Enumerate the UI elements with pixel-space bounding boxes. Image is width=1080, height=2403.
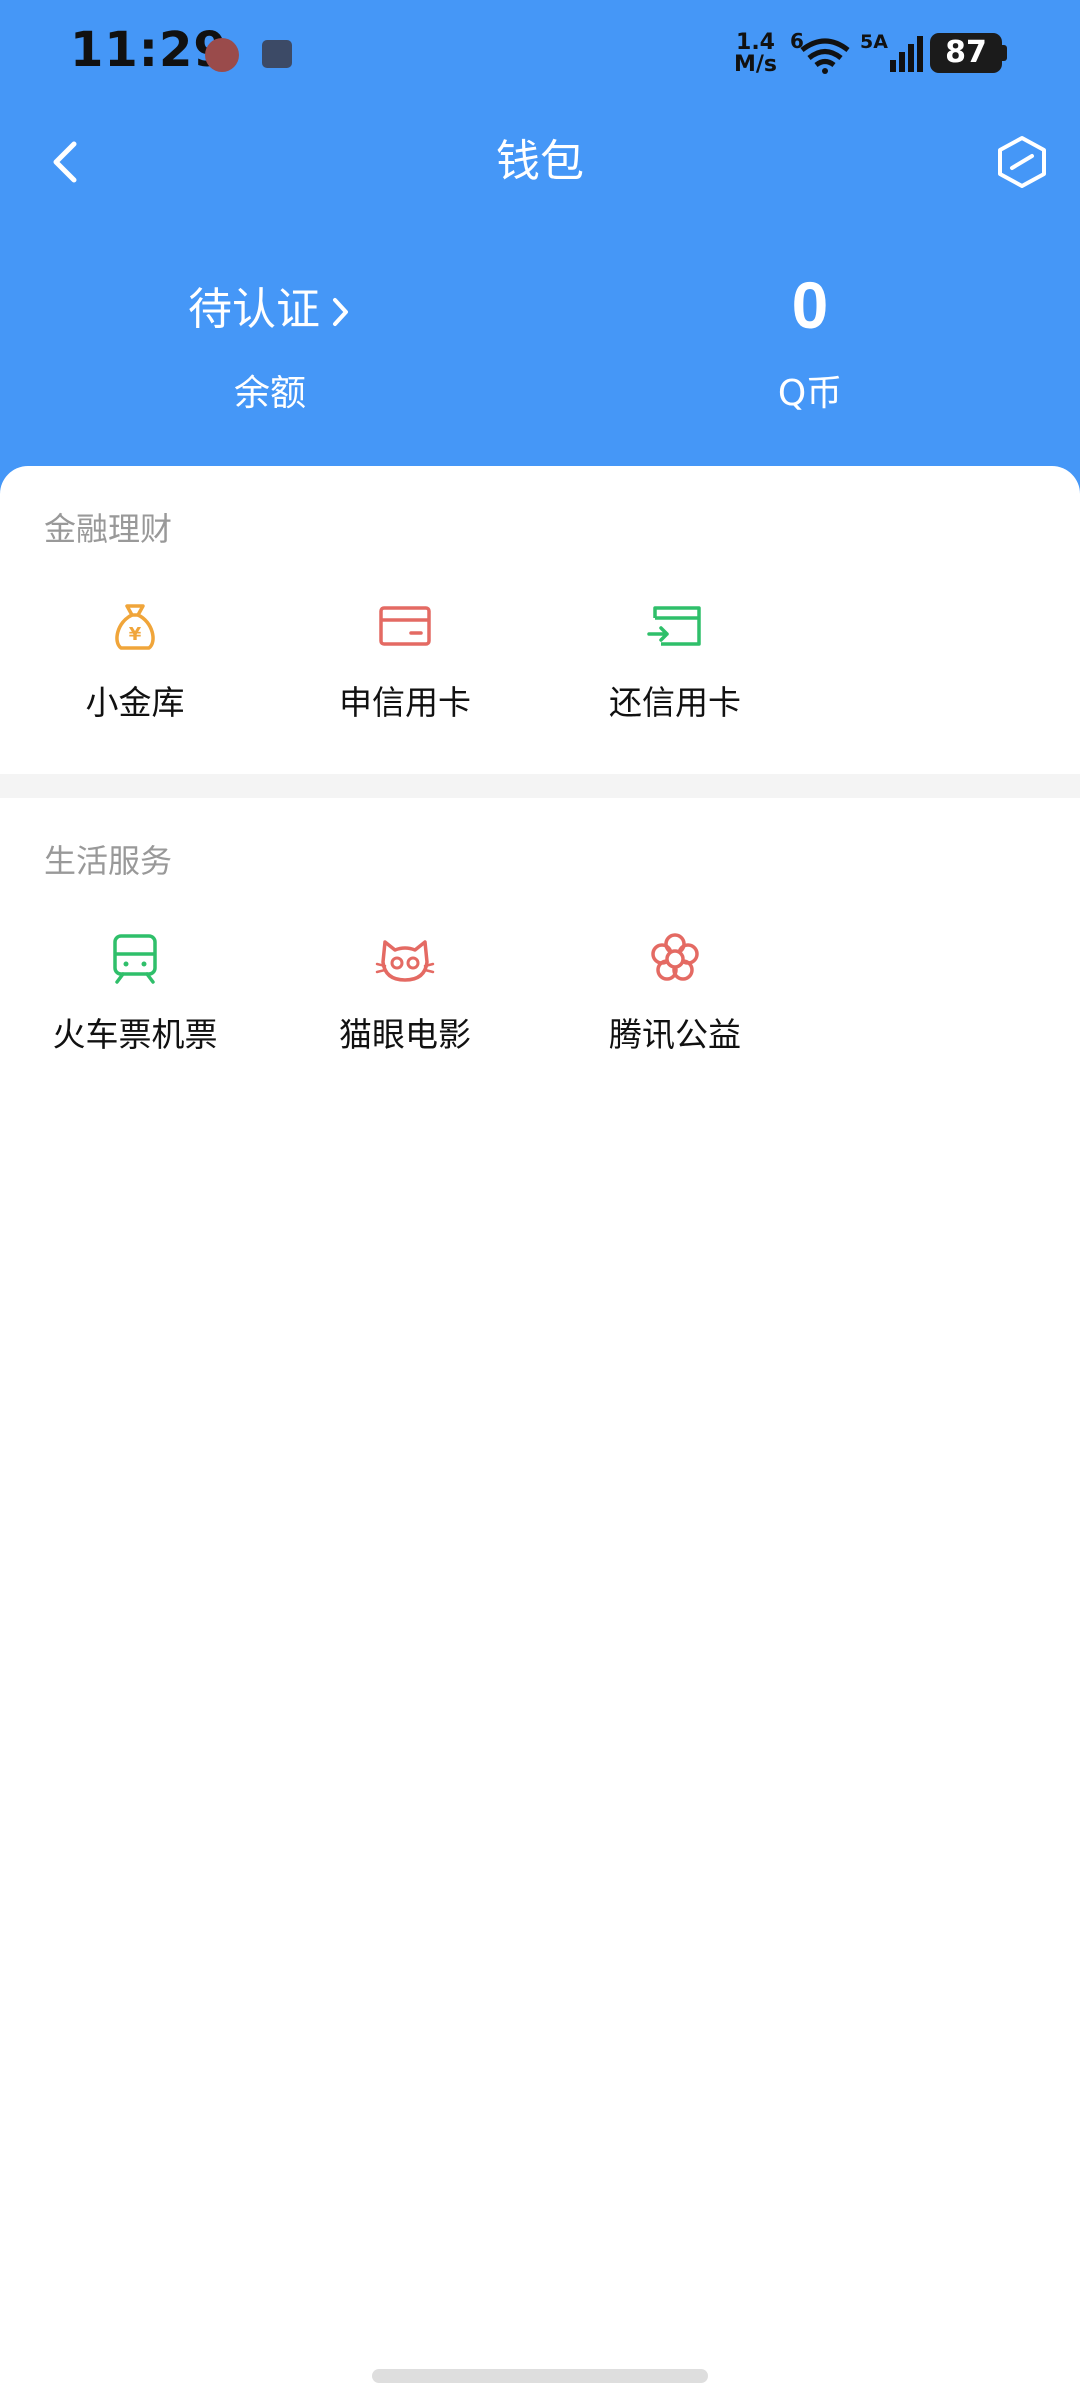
grid-item-tencent-charity[interactable]: 腾讯公益	[540, 928, 810, 1056]
cellular-badge: 5A	[860, 31, 888, 53]
settings-button[interactable]	[992, 130, 1052, 194]
grid-item-label: 腾讯公益	[609, 1015, 741, 1054]
life-section-title: 生活服务	[44, 842, 173, 880]
balance-section[interactable]: 待认证 余额	[0, 260, 540, 424]
grid-item-xiaojinku[interactable]: ¥ 小金库	[0, 596, 270, 724]
network-speed-unit: M/s	[734, 52, 778, 77]
money-bag-icon: ¥	[115, 604, 155, 650]
status-time: 11:29	[70, 22, 228, 78]
grid-item-label: 火车票机票	[52, 1015, 218, 1054]
battery-indicator: 87	[930, 33, 1002, 73]
finance-card: 金融理财 ¥ 小金库 申信用卡 还信用卡	[0, 466, 1080, 774]
svg-text:¥: ¥	[129, 624, 142, 645]
app-notification-icon	[205, 38, 239, 72]
cat-eye-icon	[375, 940, 435, 982]
grid-item-maoyan-movie[interactable]: 猫眼电影	[270, 928, 540, 1056]
train-icon	[113, 934, 157, 984]
card-repay-icon	[647, 606, 701, 646]
grid-item-train-flight[interactable]: 火车票机票	[0, 928, 270, 1056]
grid-item-label: 小金库	[85, 683, 185, 722]
wifi-icon: 6	[790, 30, 850, 74]
finance-section-title: 金融理财	[44, 510, 173, 548]
verify-link[interactable]: 待认证	[0, 260, 540, 360]
section-divider	[0, 774, 1080, 798]
qcoin-value: 0	[791, 268, 829, 342]
grid-item-label: 猫眼电影	[339, 1015, 471, 1054]
qcoin-label: Q币	[777, 373, 843, 414]
cellular-signal-icon: 5A	[860, 31, 923, 72]
network-speed-value: 1.4	[736, 30, 775, 55]
grid-item-apply-credit-card[interactable]: 申信用卡	[270, 596, 540, 724]
flower-icon	[651, 933, 699, 981]
network-speed: 1.4 M/s	[734, 32, 777, 76]
home-indicator[interactable]	[372, 2369, 708, 2383]
hexagon-settings-icon	[998, 136, 1046, 188]
life-services-card: 生活服务 火车票机票 猫眼电影 腾讯公益	[0, 798, 1080, 1098]
chevron-right-icon	[333, 298, 348, 326]
battery-tip	[1002, 45, 1007, 61]
status-bar: 11:29 1.4 M/s 6 5A 87	[0, 0, 1080, 110]
grid-item-label: 申信用卡	[339, 683, 471, 722]
page-title: 钱包	[496, 136, 584, 187]
credit-card-icon	[379, 606, 431, 646]
qcoin-section[interactable]: 0 Q币	[540, 260, 1080, 424]
grid-item-repay-credit-card[interactable]: 还信用卡	[540, 596, 810, 724]
grid-item-label: 还信用卡	[609, 683, 741, 722]
verify-text: 待认证	[188, 284, 320, 335]
message-notification-icon	[262, 40, 292, 68]
balance-label: 余额	[233, 373, 306, 414]
